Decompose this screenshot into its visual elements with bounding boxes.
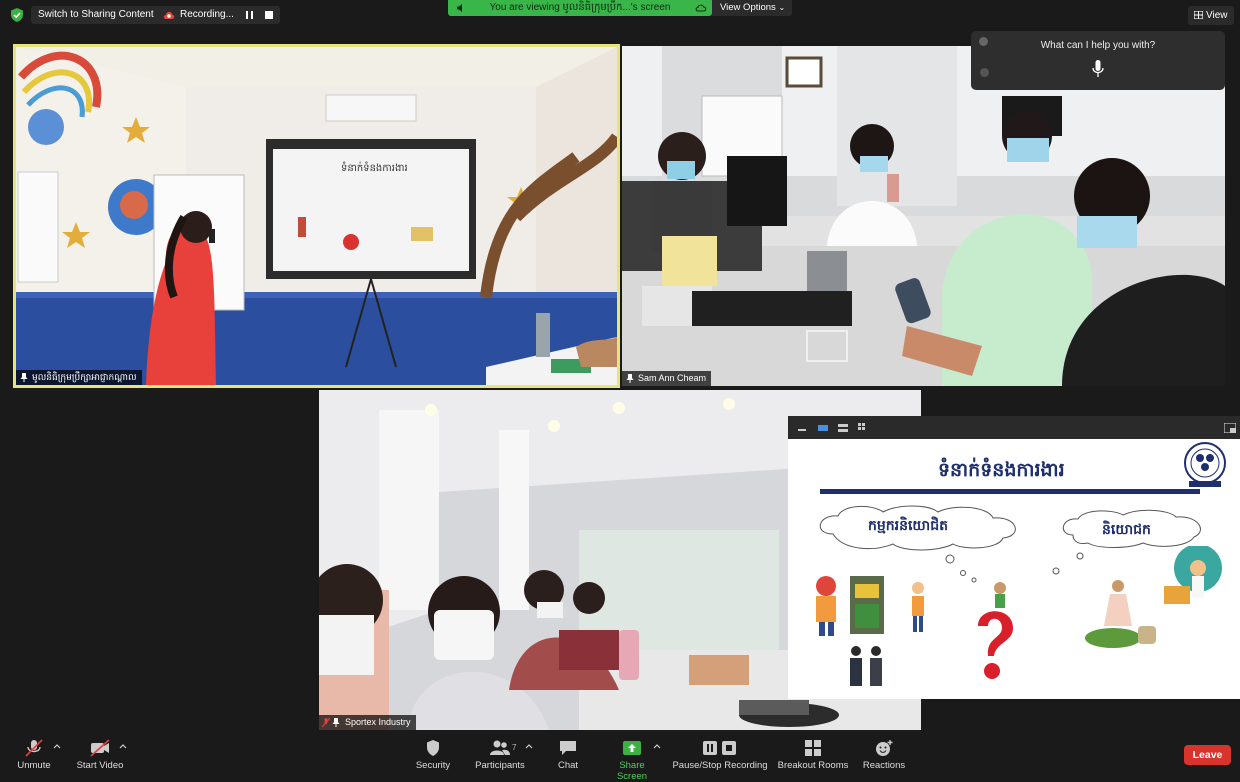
share-screen-icon — [623, 741, 641, 755]
slide-illustration — [816, 546, 1222, 686]
breakout-rooms-label: Breakout Rooms — [777, 760, 849, 771]
unmute-label: Unmute — [17, 760, 51, 771]
top-bar: Switch to Sharing Content Recording... Y… — [0, 0, 1240, 30]
participant-name-tag: Sam Ann Cheam — [622, 371, 712, 386]
chat-label: Chat — [557, 760, 579, 771]
shield-check-icon[interactable] — [10, 8, 24, 22]
meeting-video-feed — [622, 46, 1225, 386]
participant-name: មូលនិធិក្រុមប្រឹក្សាអាជ្ញាកណ្ដាល — [32, 372, 137, 382]
security-label: Security — [415, 760, 451, 771]
video-tile-sam-ann-cheam[interactable]: Sam Ann Cheam — [622, 46, 1225, 386]
slide-title: ទំនាក់ទំនងការងារ — [938, 459, 1065, 481]
foundation-logo — [1184, 442, 1226, 487]
participants-button[interactable]: Participants — [473, 737, 527, 771]
muted-mic-icon — [25, 739, 43, 757]
chevron-up-icon[interactable] — [653, 743, 661, 749]
start-video-label: Start Video — [76, 760, 124, 771]
shared-screen[interactable]: ទំនាក់ទំនងការងារ កម្មករនិយោជិត និយោជក — [788, 416, 1240, 699]
grid-view-icon — [1194, 11, 1203, 19]
view-mode-icons[interactable] — [798, 422, 868, 434]
recording-indicator: Recording... — [156, 6, 280, 24]
participant-name-tag: Sportex Industry — [319, 715, 416, 730]
viewing-banner: You are viewing មូលនិធិក្រុមប្រឹក...'s s… — [448, 0, 712, 16]
voice-assistant-panel[interactable]: What can I help you with? — [971, 31, 1225, 90]
stop-recording-icon[interactable] — [265, 11, 273, 19]
breakout-rooms-icon — [805, 740, 821, 756]
svg-text:ទំនាក់ទំនងការងារ: ទំនាក់ទំនងការងារ — [341, 161, 408, 174]
breakout-rooms-button[interactable]: Breakout Rooms — [777, 737, 849, 771]
shield-icon — [427, 740, 439, 756]
assistant-prompt: What can I help you with? — [1040, 40, 1156, 51]
cloud-label-employee: កម្មករនិយោជិត — [868, 518, 948, 534]
pin-icon — [20, 373, 28, 382]
video-tile-presenter[interactable]: ទំនាក់ទំនងការងារ មូលនិធិក្រុមប្រឹក្សាអាជ… — [13, 44, 620, 388]
view-label: View — [1206, 10, 1228, 21]
switch-to-sharing-button[interactable]: Switch to Sharing Content — [31, 6, 161, 24]
cloud-icon — [695, 4, 707, 12]
cloud-record-icon — [163, 11, 175, 19]
share-view-toolbar — [788, 416, 1240, 439]
smiley-plus-icon — [876, 740, 893, 756]
reactions-label: Reactions — [862, 760, 906, 771]
chat-button[interactable]: Chat — [553, 737, 583, 771]
chevron-up-icon[interactable] — [119, 743, 127, 749]
view-options-dropdown[interactable]: View Options ⌄ — [712, 0, 792, 16]
leave-button[interactable]: Leave — [1184, 745, 1231, 765]
unmute-button[interactable]: Unmute — [14, 737, 54, 771]
view-button[interactable]: View — [1188, 6, 1234, 25]
participants-icon — [490, 740, 510, 755]
cloud-label-employer: និយោជក — [1102, 522, 1151, 538]
participant-name: Sam Ann Cheam — [638, 373, 707, 383]
muted-mic-icon — [322, 718, 330, 727]
chat-icon — [560, 741, 576, 755]
participant-name: Sportex Industry — [345, 717, 411, 727]
slide-divider — [820, 489, 1200, 494]
viewing-banner-text: You are viewing មូលនិធិក្រុមប្រឹក...'s s… — [489, 2, 671, 13]
speaker-icon — [457, 4, 462, 12]
security-button[interactable]: Security — [412, 737, 454, 771]
pin-icon — [626, 374, 634, 383]
pause-stop-recording-button[interactable]: Pause/Stop Recording — [672, 737, 768, 771]
exit-fullscreen-icon[interactable] — [1224, 423, 1236, 433]
presenter-video-feed: ទំនាក់ទំនងការងារ — [16, 47, 617, 385]
recording-label: Recording... — [180, 9, 234, 20]
chevron-down-icon: ⌄ — [778, 3, 786, 12]
chevron-up-icon[interactable] — [53, 743, 61, 749]
pause-stop-label: Pause/Stop Recording — [672, 760, 768, 771]
view-options-label: View Options — [720, 2, 776, 13]
pin-icon — [332, 718, 340, 727]
participants-count: 7 — [512, 743, 517, 752]
pause-stop-icon — [703, 741, 736, 755]
reactions-button[interactable]: Reactions — [860, 737, 908, 771]
pause-recording-icon[interactable] — [246, 11, 253, 19]
microphone-icon[interactable] — [1092, 60, 1104, 78]
help-icon[interactable] — [980, 68, 989, 77]
participants-label: Participants — [475, 760, 525, 771]
participant-name-tag: មូលនិធិក្រុមប្រឹក្សាអាជ្ញាកណ្ដាល — [16, 370, 142, 385]
meeting-toolbar: Unmute Start Video Security Participants… — [0, 735, 1240, 782]
share-screen-label: Share Screen — [616, 760, 648, 782]
chevron-up-icon[interactable] — [525, 743, 533, 749]
video-off-icon — [90, 739, 110, 757]
